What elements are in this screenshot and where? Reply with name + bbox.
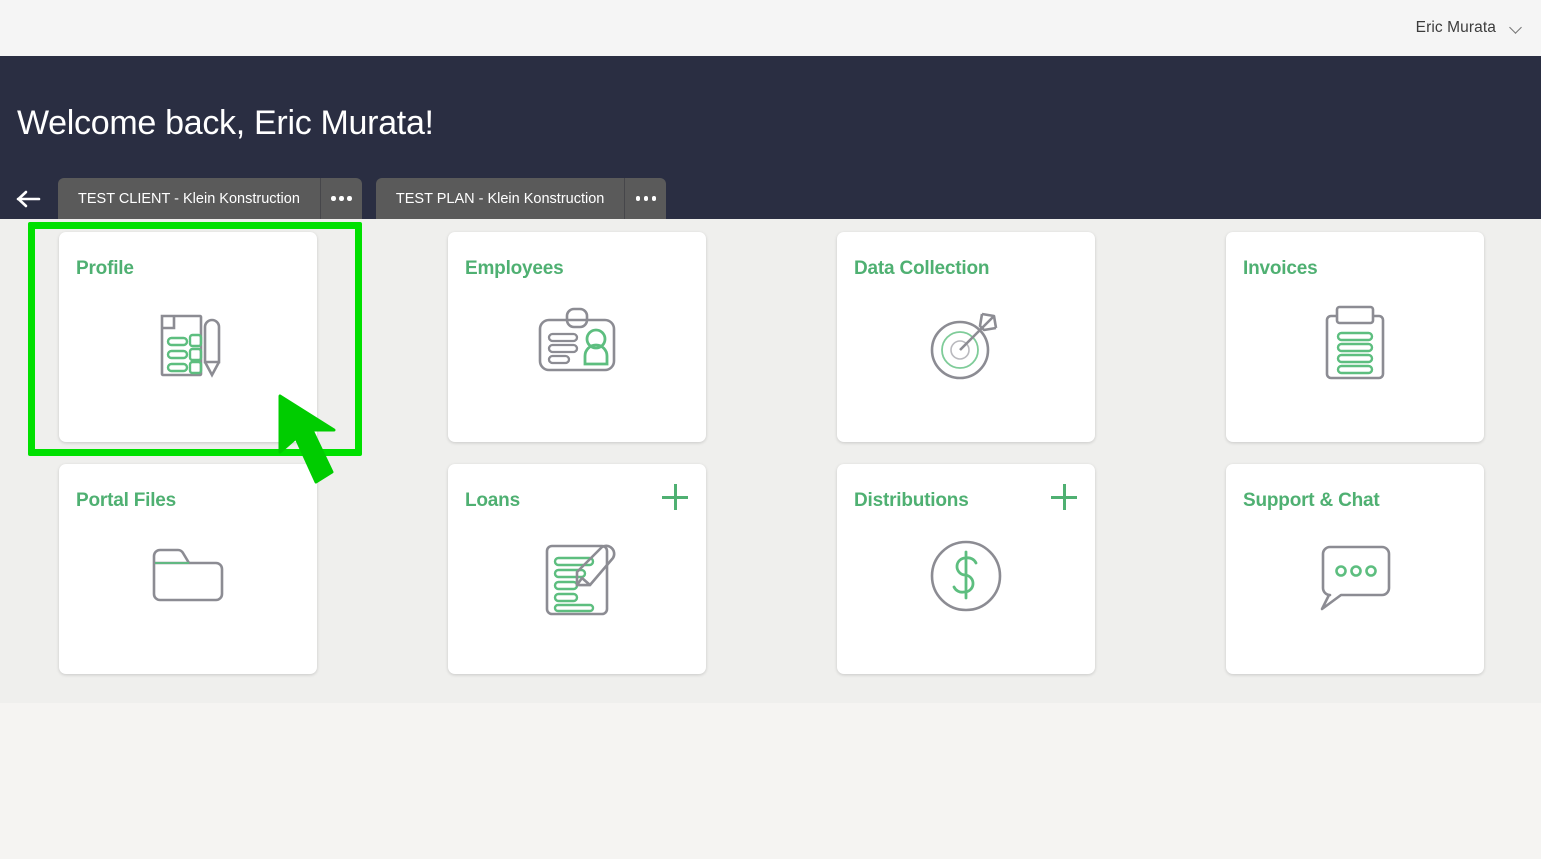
tab-group-plan: TEST PLAN - Klein Konstruction bbox=[375, 178, 667, 219]
user-menu[interactable]: Eric Murata bbox=[1416, 19, 1541, 37]
welcome-heading: Welcome back, Eric Murata! bbox=[17, 104, 434, 142]
card-loans-title: Loans bbox=[465, 490, 520, 511]
card-employees[interactable]: Employees bbox=[448, 232, 706, 442]
chevron-down-icon[interactable] bbox=[1510, 22, 1523, 35]
top-bar: Eric Murata bbox=[0, 0, 1541, 56]
document-pencil-icon bbox=[59, 294, 317, 390]
card-invoices[interactable]: Invoices bbox=[1226, 232, 1484, 442]
folder-icon bbox=[59, 526, 317, 616]
card-employees-title: Employees bbox=[465, 258, 564, 279]
card-distributions[interactable]: Distributions bbox=[837, 464, 1095, 674]
tab-strip: TEST CLIENT - Klein Konstruction TEST PL… bbox=[0, 178, 1541, 219]
card-invoices-title: Invoices bbox=[1243, 258, 1318, 279]
tab-test-plan[interactable]: TEST PLAN - Klein Konstruction bbox=[375, 178, 626, 219]
card-support-chat[interactable]: Support & Chat bbox=[1226, 464, 1484, 674]
id-badge-icon bbox=[448, 294, 706, 390]
target-arrow-icon bbox=[837, 294, 1095, 390]
dashboard-panel: Profile Employees Data Collection Invoic… bbox=[0, 219, 1541, 703]
chat-bubble-icon bbox=[1226, 526, 1484, 618]
tab-plan-ellipsis-icon[interactable] bbox=[625, 178, 667, 219]
dollar-circle-icon bbox=[837, 526, 1095, 622]
clipboard-icon bbox=[1226, 294, 1484, 390]
card-profile[interactable]: Profile bbox=[59, 232, 317, 442]
card-portal-files-title: Portal Files bbox=[76, 490, 177, 511]
add-loan-button[interactable] bbox=[662, 484, 688, 510]
card-support-chat-title: Support & Chat bbox=[1243, 490, 1380, 511]
tab-test-client[interactable]: TEST CLIENT - Klein Konstruction bbox=[58, 178, 321, 219]
add-distribution-button[interactable] bbox=[1051, 484, 1077, 510]
tab-client-ellipsis-icon[interactable] bbox=[320, 178, 362, 219]
card-portal-files[interactable]: Portal Files bbox=[59, 464, 317, 674]
card-data-collection-title: Data Collection bbox=[854, 258, 990, 279]
back-button[interactable] bbox=[0, 178, 58, 219]
dashboard-card-grid: Profile Employees Data Collection Invoic… bbox=[59, 232, 1484, 674]
card-distributions-title: Distributions bbox=[854, 490, 969, 511]
tab-group-client: TEST CLIENT - Klein Konstruction bbox=[58, 178, 362, 219]
user-name-label: Eric Murata bbox=[1415, 19, 1496, 36]
document-edit-icon bbox=[448, 526, 706, 622]
card-loans[interactable]: Loans bbox=[448, 464, 706, 674]
card-data-collection[interactable]: Data Collection bbox=[837, 232, 1095, 442]
card-profile-title: Profile bbox=[76, 258, 134, 279]
arrow-left-icon bbox=[16, 190, 41, 207]
